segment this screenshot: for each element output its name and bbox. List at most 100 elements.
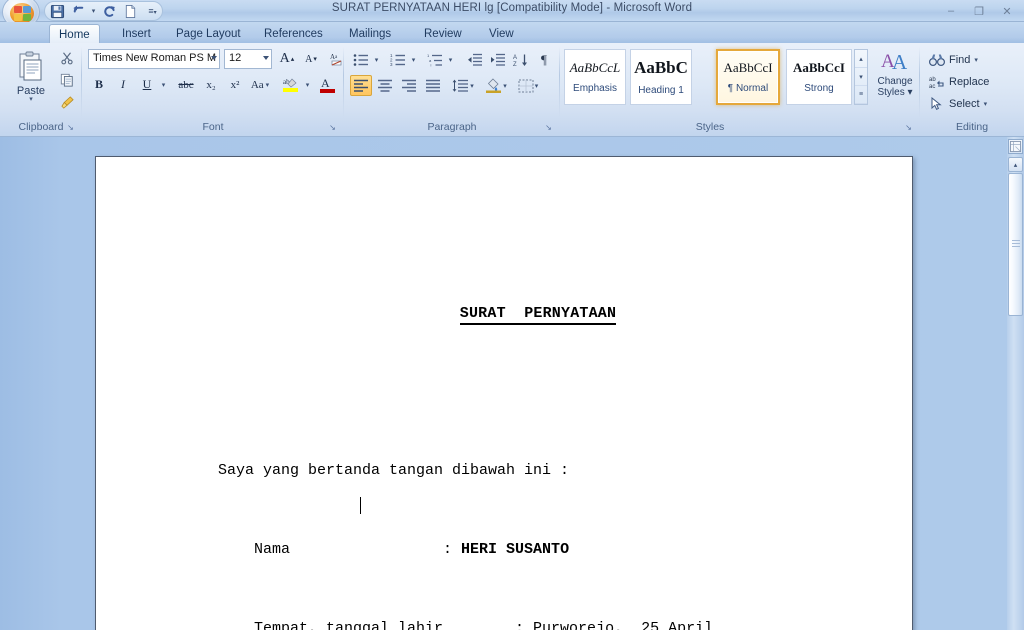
select-dropdown-icon[interactable]: ▾: [984, 100, 988, 108]
clipboard-dialog-launcher[interactable]: ↘: [65, 122, 76, 133]
align-right-button[interactable]: [398, 75, 420, 96]
scrollbar-thumb[interactable]: [1008, 173, 1023, 316]
select-button[interactable]: Select ▾: [926, 94, 1014, 114]
tab-view[interactable]: View: [480, 24, 523, 44]
paragraph-group-label: Paragraph: [427, 121, 477, 133]
cut-button[interactable]: [57, 48, 77, 68]
styles-more-button[interactable]: ≡: [855, 86, 867, 104]
font-name-combobox[interactable]: Times New Roman PS M: [88, 49, 220, 69]
align-center-button[interactable]: [374, 75, 396, 96]
text-cursor: [360, 497, 361, 514]
svg-text:ab: ab: [929, 77, 936, 83]
bullets-dropdown-icon[interactable]: ▾: [371, 49, 382, 70]
multilevel-dropdown-icon[interactable]: ▾: [445, 49, 456, 70]
numbering-dropdown-icon[interactable]: ▾: [408, 49, 419, 70]
highlight-dropdown-icon[interactable]: ▾: [302, 74, 313, 95]
paragraph-dialog-launcher[interactable]: ↘: [543, 122, 554, 133]
copy-button[interactable]: [57, 70, 77, 90]
underline-button[interactable]: U: [136, 74, 158, 95]
numbering-icon: 123: [390, 53, 405, 67]
styles-scroll-down-button[interactable]: ▾: [855, 68, 867, 86]
binoculars-icon: [928, 52, 945, 68]
bullets-icon: [353, 53, 368, 66]
styles-gallery-scroll: ▴ ▾ ≡: [854, 49, 868, 105]
tab-insert[interactable]: Insert: [113, 24, 160, 44]
paste-button[interactable]: Paste ▾: [9, 48, 53, 114]
restore-button[interactable]: ❐: [966, 3, 992, 20]
scissors-icon: [61, 52, 73, 65]
view-ruler-button[interactable]: [1008, 139, 1023, 154]
style-item-strong[interactable]: AaBbCcI Strong: [786, 49, 852, 105]
format-painter-button[interactable]: [57, 92, 77, 112]
change-styles-line2: Styles ▾: [877, 87, 913, 98]
strikethrough-button[interactable]: abc: [174, 74, 198, 95]
decrease-indent-button[interactable]: [464, 49, 486, 70]
svg-text:A: A: [892, 50, 908, 74]
tab-mailings[interactable]: Mailings: [340, 24, 400, 44]
style-preview: AaBbCcL: [569, 60, 621, 75]
font-group-label: Font: [202, 121, 224, 133]
pilcrow-icon: ¶: [541, 51, 547, 67]
tab-review[interactable]: Review: [415, 24, 471, 44]
close-button[interactable]: ✕: [994, 3, 1020, 20]
find-dropdown-icon[interactable]: ▾: [974, 56, 978, 64]
increase-indent-button[interactable]: [487, 49, 509, 70]
document-page[interactable]: SURAT PERNYATAAN Saya yang bertanda tang…: [95, 156, 913, 630]
tab-references[interactable]: References: [255, 24, 332, 44]
svg-text:3: 3: [390, 62, 393, 67]
change-styles-button[interactable]: A A Change Styles ▾: [872, 48, 918, 112]
multilevel-list-button[interactable]: 1ai: [424, 49, 446, 70]
line-spacing-button[interactable]: ▾: [450, 75, 476, 96]
style-preview: AaBbCcI: [723, 60, 773, 75]
grow-font-button[interactable]: A ▴: [276, 49, 298, 69]
window-title: SURAT PERNYATAAN HERI lg [Compatibility …: [331, 2, 693, 14]
style-item-normal[interactable]: AaBbCcI ¶ Normal: [716, 49, 780, 105]
font-dialog-launcher[interactable]: ↘: [327, 122, 338, 133]
scroll-up-button[interactable]: ▴: [1008, 157, 1023, 172]
font-size-combobox[interactable]: 12: [224, 49, 272, 69]
replace-button[interactable]: ab ac Replace: [926, 72, 1014, 92]
italic-button[interactable]: I: [112, 74, 134, 95]
styles-dialog-launcher[interactable]: ↘: [903, 122, 914, 133]
font-color-icon: A: [319, 76, 335, 93]
subscript-button[interactable]: x₂: [200, 74, 222, 95]
style-item-emphasis[interactable]: AaBbCcL Emphasis: [564, 49, 626, 105]
font-size-dropdown-icon[interactable]: [263, 56, 269, 60]
change-case-button[interactable]: Aa ▾: [248, 74, 272, 95]
scroll-up-icon: ▴: [1013, 161, 1018, 169]
tab-page-layout[interactable]: Page Layout: [167, 24, 250, 44]
document-canvas[interactable]: SURAT PERNYATAAN Saya yang bertanda tang…: [0, 137, 1024, 630]
sort-button[interactable]: A Z: [510, 49, 532, 70]
superscript-button[interactable]: x²: [224, 74, 246, 95]
font-color-button[interactable]: A: [316, 74, 338, 95]
select-label: Select: [949, 98, 980, 110]
underline-dropdown-icon[interactable]: ▾: [158, 74, 169, 95]
cursor-arrow-icon: [928, 96, 945, 112]
font-name-dropdown-icon[interactable]: [211, 56, 217, 60]
highlight-icon: ab: [282, 78, 298, 92]
styles-scroll-up-button[interactable]: ▴: [855, 50, 867, 68]
borders-button[interactable]: ▾: [516, 75, 540, 96]
show-formatting-marks-button[interactable]: ¶: [533, 49, 555, 70]
align-left-button[interactable]: [350, 75, 372, 96]
ribbon-group-paragraph: ▾ 123 ▾ 1ai ▾ A Z ¶ ▾ ▾ ▾ Paragraph ↘: [344, 44, 560, 134]
document-line: Saya yang bertanda tangan dibawah ini :: [218, 462, 570, 480]
bold-button[interactable]: B: [88, 74, 110, 95]
style-preview: AaBbC: [634, 58, 688, 77]
document-text-body[interactable]: SURAT PERNYATAAN Saya yang bertanda tang…: [218, 249, 858, 630]
bullets-button[interactable]: [350, 49, 372, 70]
shrink-font-button[interactable]: A ▾: [300, 49, 322, 69]
minimize-button[interactable]: –: [938, 3, 964, 20]
font-name-value: Times New Roman PS M: [93, 52, 217, 64]
style-name: Strong: [804, 83, 834, 94]
numbering-button[interactable]: 123: [387, 49, 409, 70]
justify-button[interactable]: [422, 75, 444, 96]
tab-home[interactable]: Home: [49, 24, 100, 44]
styles-group-label: Styles: [695, 121, 725, 133]
shading-button[interactable]: ▾: [484, 75, 508, 96]
find-button[interactable]: Find ▾: [926, 50, 1014, 70]
style-item-heading-1[interactable]: AaBbC Heading 1: [630, 49, 692, 105]
paste-dropdown-icon[interactable]: ▾: [29, 96, 33, 103]
text-highlight-button[interactable]: ab: [278, 74, 302, 95]
underline-icon: U: [142, 77, 152, 91]
